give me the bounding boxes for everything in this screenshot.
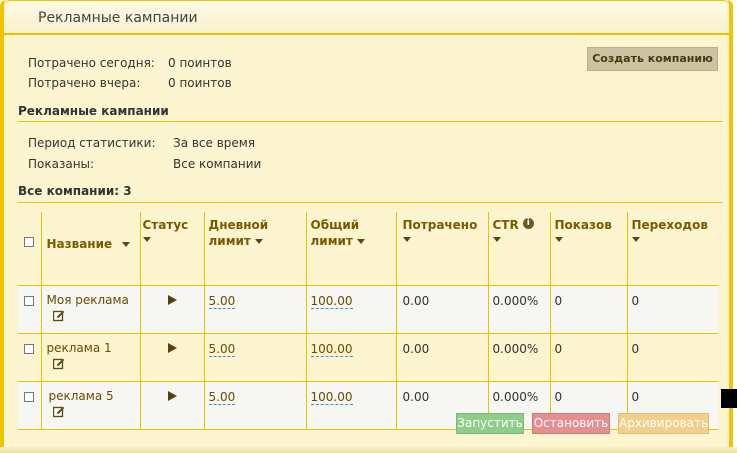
- ctr-cell: 0.000%: [487, 333, 550, 382]
- sort-arrow-icon[interactable]: [122, 242, 131, 247]
- total-limit-cell: 100.00: [305, 381, 396, 430]
- row-checkbox[interactable]: [24, 392, 34, 402]
- th-total-limit[interactable]: Общий лимит: [305, 212, 396, 286]
- period-value[interactable]: За все время: [173, 136, 255, 150]
- stop-button[interactable]: Остановить: [532, 413, 610, 434]
- section-divider: [18, 121, 723, 122]
- th-status[interactable]: Статус: [139, 212, 204, 286]
- name-cell: Моя реклама: [40, 285, 140, 334]
- table-row: реклама 1 5.00 100.00 0.00 0.000% 0 0: [18, 333, 718, 382]
- th-daily-label-2: лимит: [208, 234, 251, 248]
- daily-limit-cell: 5.00: [203, 381, 306, 430]
- clicks-cell: 0: [626, 333, 718, 382]
- edit-icon[interactable]: [52, 358, 65, 370]
- spent-yesterday-value: 0 поинтов: [168, 76, 232, 90]
- campaigns-section-title: Рекламные кампании: [18, 104, 169, 118]
- daily-limit-cell: 5.00: [203, 285, 306, 334]
- shown-label: Показаны:: [28, 157, 95, 171]
- daily-limit-cell: 5.00: [203, 333, 306, 382]
- total-limit-cell: 100.00: [305, 285, 396, 334]
- th-ctr[interactable]: CTR i: [487, 212, 550, 286]
- row-checkbox[interactable]: [24, 296, 34, 306]
- table-row: реклама 5 5.00 100.00 0.00 0.000% 0 0: [18, 381, 718, 430]
- row-select-cell: [18, 285, 41, 334]
- spent-today-value: 0 поинтов: [168, 56, 232, 70]
- total-limit-link[interactable]: 100.00: [310, 294, 353, 309]
- play-icon[interactable]: [167, 343, 177, 353]
- edit-icon[interactable]: [52, 310, 65, 322]
- start-button[interactable]: Запустить: [456, 413, 524, 434]
- count-divider: [18, 202, 723, 203]
- total-limit-link[interactable]: 100.00: [310, 390, 353, 405]
- daily-limit-link[interactable]: 5.00: [208, 342, 236, 357]
- status-cell: [139, 333, 204, 382]
- name-cell: реклама 5: [40, 381, 140, 430]
- name-cell: реклама 1: [40, 333, 140, 382]
- panel-header: Рекламные кампании: [4, 0, 729, 35]
- th-clicks-label: Переходов: [631, 218, 708, 232]
- campaign-name-link[interactable]: реклама 5: [49, 389, 140, 403]
- th-spent[interactable]: Потрачено: [395, 212, 488, 286]
- ctr-cell: 0.000%: [487, 285, 550, 334]
- archive-button[interactable]: Архивировать: [618, 413, 709, 434]
- info-icon[interactable]: i: [522, 218, 534, 229]
- sort-arrow-icon[interactable]: [255, 239, 264, 244]
- panel-footer: [0, 447, 737, 453]
- play-icon[interactable]: [167, 295, 177, 305]
- play-icon[interactable]: [167, 391, 177, 401]
- th-total-label-2: лимит: [310, 234, 353, 248]
- sort-arrow-icon[interactable]: [492, 237, 501, 242]
- period-label: Период статистики:: [28, 136, 156, 150]
- campaign-name-link[interactable]: Моя реклама: [47, 293, 140, 307]
- th-name-label: Название: [46, 237, 113, 251]
- sort-arrow-icon[interactable]: [357, 239, 366, 244]
- clicks-cell: 0: [626, 285, 718, 334]
- table-row: Моя реклама 5.00 100.00 0.00 0.000% 0 0: [18, 285, 718, 334]
- all-campaigns-count: Все компании: 3: [18, 184, 132, 198]
- status-cell: [139, 285, 204, 334]
- sort-arrow-icon[interactable]: [142, 237, 151, 242]
- row-checkbox[interactable]: [24, 344, 34, 354]
- th-status-label: Статус: [142, 218, 189, 232]
- total-limit-cell: 100.00: [305, 333, 396, 382]
- table-header-row: Название Статус Дневной лимит Общий лими…: [18, 212, 718, 286]
- th-daily-label-1: Дневной: [208, 218, 269, 232]
- campaign-name-link[interactable]: реклама 1: [47, 341, 140, 355]
- spent-yesterday-label: Потрачено вчера:: [28, 76, 141, 90]
- row-select-cell: [18, 381, 41, 430]
- daily-limit-link[interactable]: 5.00: [208, 390, 236, 405]
- scroll-handle[interactable]: [721, 389, 737, 408]
- spent-cell: 0.00: [395, 285, 488, 334]
- spent-cell: 0.00: [395, 333, 488, 382]
- th-spent-label: Потрачено: [402, 218, 478, 232]
- shown-value[interactable]: Все компании: [173, 157, 261, 171]
- views-cell: 0: [549, 333, 627, 382]
- th-views-label: Показов: [554, 218, 612, 232]
- spent-today-label: Потрачено сегодня:: [28, 56, 155, 70]
- sort-arrow-icon[interactable]: [631, 237, 640, 242]
- sort-arrow-icon[interactable]: [554, 237, 563, 242]
- th-clicks[interactable]: Переходов: [626, 212, 718, 286]
- th-name[interactable]: Название: [40, 212, 140, 286]
- select-all-cell: [18, 212, 41, 286]
- status-cell: [139, 381, 204, 430]
- edit-icon[interactable]: [52, 406, 65, 418]
- th-views[interactable]: Показов: [549, 212, 627, 286]
- daily-limit-link[interactable]: 5.00: [208, 294, 236, 309]
- select-all-checkbox[interactable]: [24, 237, 34, 247]
- th-daily-limit[interactable]: Дневной лимит: [203, 212, 306, 286]
- sort-arrow-icon[interactable]: [402, 237, 411, 242]
- th-ctr-label: CTR: [492, 218, 519, 232]
- create-campaign-button[interactable]: Создать компанию: [587, 47, 718, 71]
- th-total-label-1: Общий: [310, 218, 360, 232]
- total-limit-link[interactable]: 100.00: [310, 342, 353, 357]
- campaigns-table: Название Статус Дневной лимит Общий лими…: [18, 212, 718, 430]
- panel-title: Рекламные кампании: [38, 10, 198, 26]
- row-select-cell: [18, 333, 41, 382]
- views-cell: 0: [549, 285, 627, 334]
